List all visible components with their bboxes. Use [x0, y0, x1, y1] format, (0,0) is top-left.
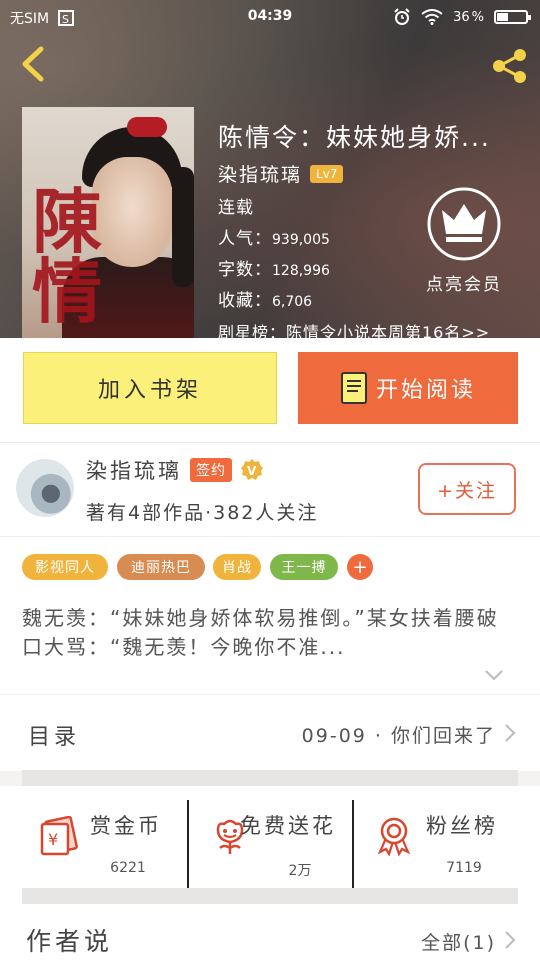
stat-value: 6221 — [110, 860, 146, 876]
tag-item[interactable]: 影视同人 — [22, 554, 108, 580]
vip-button[interactable]: 点亮会员 — [422, 186, 506, 295]
author-says-all-link[interactable]: 全部(1) — [421, 928, 496, 955]
book-title: 陈情令：妹妹她身娇... — [218, 123, 491, 152]
add-to-shelf-button[interactable]: 加入书架 — [23, 352, 277, 424]
expand-chevron-icon[interactable] — [484, 668, 504, 682]
start-reading-button[interactable]: 开始阅读 — [298, 352, 518, 424]
stat-name: 赏金币 — [90, 814, 162, 838]
signed-badge: 签约 — [190, 458, 232, 482]
svg-text:¥: ¥ — [48, 830, 58, 849]
chevron-right-icon — [505, 724, 516, 742]
book-icon — [340, 372, 367, 404]
battery-icon — [494, 10, 531, 24]
verified-icon: V — [241, 459, 263, 480]
book-header: 无SIM S 04:39 36% 陳 情 陈情令：妹妹她身娇... 染指琉璃 L… — [0, 0, 540, 338]
tag-item[interactable]: 迪丽热巴 — [117, 554, 205, 580]
author-says-section: 作者说 全部(1) — [0, 904, 540, 960]
stat-name: 免费送花 — [240, 814, 336, 838]
tag-item[interactable]: 王一搏 — [270, 554, 338, 580]
wifi-icon — [421, 9, 443, 25]
author-avatar[interactable] — [16, 459, 74, 517]
latest-chapter: 09-09 · 你们回来了 — [301, 725, 496, 747]
engagement-stats: ¥ 赏金币 6221 免费送花 2万 粉丝榜 7119 — [0, 786, 540, 904]
author-name[interactable]: 染指琉璃 — [86, 455, 182, 485]
section-divider — [22, 770, 518, 786]
table-of-contents-row[interactable]: 目录 09-09 · 你们回来了 — [0, 694, 540, 771]
book-description: 魏无羡：“妹妹她身娇体软易推倒。”某女扶着腰破口大骂：“魏无羡！今晚你不准... — [0, 594, 540, 694]
start-reading-label: 开始阅读 — [375, 378, 476, 403]
stat-value: 7119 — [446, 860, 482, 876]
book-cover[interactable]: 陳情 — [22, 107, 194, 338]
share-button[interactable] — [490, 46, 530, 86]
crown-icon — [427, 187, 501, 261]
red-envelope-icon: ¥ — [40, 816, 78, 856]
alarm-icon — [394, 8, 410, 25]
toc-label: 目录 — [28, 725, 81, 750]
description-text: 魏无羡：“妹妹她身娇体软易推倒。”某女扶着腰破口大骂：“魏无羡！今晚你不准... — [22, 606, 499, 659]
stat-value: 2万 — [288, 863, 312, 879]
award-ribbon-icon — [377, 817, 411, 856]
tag-list: 影视同人 迪丽热巴 肖战 王一搏 + — [0, 536, 540, 595]
author-says-title: 作者说 — [26, 927, 114, 956]
status-bar: 无SIM S 04:39 36% — [0, 0, 540, 34]
back-button[interactable] — [16, 44, 52, 84]
battery-percent: 36 — [453, 9, 470, 25]
author-meta: 著有4部作品·382人关注 — [86, 502, 319, 524]
reward-coins-button[interactable]: ¥ 赏金币 6221 — [18, 800, 178, 888]
section-divider — [22, 888, 518, 904]
tag-item[interactable]: 肖战 — [213, 554, 261, 580]
stat-name: 粉丝榜 — [426, 814, 498, 838]
action-bar: 加入书架 开始阅读 — [0, 338, 540, 442]
chevron-right-icon — [505, 931, 516, 949]
follow-button[interactable]: +关注 — [418, 463, 516, 515]
fan-ranking-button[interactable]: 粉丝榜 7119 — [354, 800, 514, 888]
vip-label: 点亮会员 — [426, 275, 502, 295]
free-flower-button[interactable]: 免费送花 2万 — [190, 800, 350, 888]
author-card: 染指琉璃 签约 V 著有4部作品·382人关注 +关注 — [0, 442, 540, 537]
svg-text:V: V — [247, 464, 259, 478]
rank-link[interactable]: 剧星榜：陈情令小说本周第16名>> — [218, 319, 530, 338]
level-badge: Lv7 — [310, 164, 344, 183]
book-author[interactable]: 染指琉璃 — [218, 160, 302, 187]
more-tags-button[interactable]: + — [347, 554, 373, 580]
